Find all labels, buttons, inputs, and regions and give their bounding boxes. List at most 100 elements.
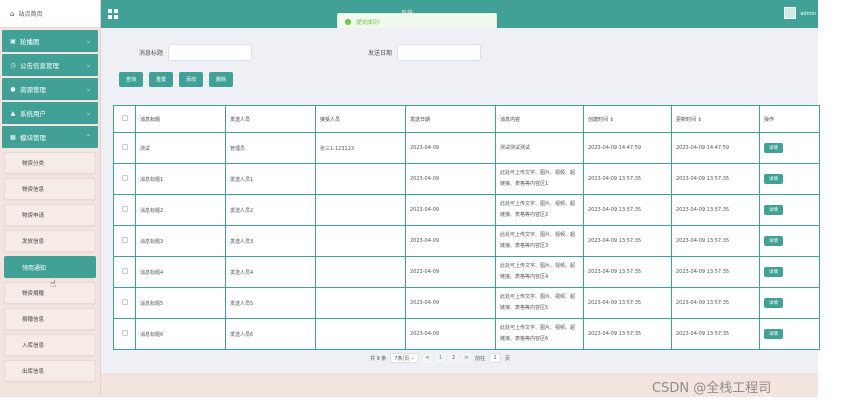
- cell-date: 2023-04-09: [405, 132, 496, 164]
- sidebar-menu-label: 系统用户: [20, 110, 46, 118]
- detail-button[interactable]: 详情: [764, 236, 783, 246]
- page-suffix: 页: [505, 355, 511, 362]
- detail-button[interactable]: 详情: [764, 298, 783, 308]
- clock-icon: ◷: [10, 61, 16, 69]
- sidebar-menu-carousel[interactable]: ▣ 轮播图 ⌄: [2, 30, 98, 52]
- row-checkbox[interactable]: [113, 194, 136, 226]
- cell-date: 2023-04-09: [405, 225, 496, 257]
- menu-grid-icon[interactable]: [108, 9, 118, 19]
- page-1-button[interactable]: 1: [436, 353, 446, 363]
- search-date-group: 发送日期: [368, 44, 482, 61]
- row-checkbox[interactable]: [113, 318, 136, 350]
- cell-created: 2023-04-09 14:47:59: [583, 132, 672, 164]
- sidebar-item-distribution[interactable]: 发放信息: [4, 230, 96, 252]
- sidebar-item-pickup-notice[interactable]: 领用通知: [4, 256, 96, 278]
- title-filter-input[interactable]: [168, 44, 253, 61]
- cell-sender: 管理员: [225, 132, 316, 164]
- cell-receiver: 张三1-123123: [315, 132, 406, 164]
- chevron-down-icon: ⌄: [85, 37, 91, 45]
- cell-content: 此处可上传文字、图片、视频、超链接、表格等内容区4: [495, 256, 584, 288]
- watermark: CSDN @全栈工程司: [652, 381, 772, 396]
- column-header-sortable[interactable]: 创建时间 ⇕: [583, 105, 672, 133]
- sidebar-item-material-request[interactable]: 物资申请: [4, 204, 96, 226]
- cell-content: 此处可上传文字、图片、视频、超链接、表格等内容区2: [495, 194, 584, 226]
- cell-actions: 详情: [759, 163, 820, 195]
- detail-button[interactable]: 详情: [764, 174, 783, 184]
- reset-button[interactable]: 重置: [149, 72, 174, 87]
- table-row: 消息标题1 发送人员1 2023-04-09 此处可上传文字、图片、视频、超链接、表格…: [113, 163, 820, 195]
- sidebar-menu-users[interactable]: ▲ 系统用户 ⌄: [2, 102, 98, 124]
- cell-receiver: [315, 163, 406, 195]
- sidebar-item-stock-in[interactable]: 入库信息: [4, 334, 96, 356]
- username[interactable]: admin: [800, 11, 816, 17]
- chevron-down-icon: ⌄: [85, 109, 91, 117]
- pagination: 共 9 条 7条/页 ⌄ < 1 2 > 前往 1 页: [370, 353, 510, 363]
- cell-receiver: [315, 256, 406, 288]
- sidebar-menu-resources[interactable]: ● 资源管理 ⌄: [2, 78, 98, 100]
- column-header: 接受人员: [315, 105, 406, 133]
- column-header: 消息标题: [135, 105, 226, 133]
- sidebar-item-material-info[interactable]: 物资信息: [4, 178, 96, 200]
- sidebar-menu-announcements[interactable]: ◷ 公告信息管理 ⌄: [2, 54, 98, 76]
- page-2-button[interactable]: 2: [449, 353, 459, 363]
- next-page-button[interactable]: >: [462, 353, 472, 363]
- cell-updated: 2023-04-09 13:57:35: [671, 194, 760, 226]
- map-pin-icon: ●: [10, 85, 16, 93]
- search-title-group: 消息标题: [139, 44, 253, 61]
- add-button[interactable]: 添加: [179, 72, 204, 87]
- cell-sender: 发送人员5: [225, 287, 316, 319]
- select-all-checkbox[interactable]: [113, 105, 136, 133]
- detail-button[interactable]: 详情: [764, 205, 783, 215]
- table-row: 消息标题3 发送人员3 2023-04-09 此处可上传文字、图片、视频、超链接、表格…: [113, 225, 820, 257]
- cell-sender: 发送人员3: [225, 225, 316, 257]
- cell-updated: 2023-04-09 13:57:35: [671, 163, 760, 195]
- goto-label: 前往: [475, 355, 486, 362]
- avatar[interactable]: [784, 7, 796, 19]
- hand-cursor-icon: ☝: [50, 279, 57, 290]
- title-filter-label: 消息标题: [139, 50, 164, 57]
- cell-actions: 详情: [759, 225, 820, 257]
- goto-page-input[interactable]: 1: [489, 353, 502, 363]
- toast-message: 提交成功!: [356, 20, 381, 26]
- cell-created: 2023-04-09 13:57:35: [583, 225, 672, 257]
- column-header: 发送日期: [405, 105, 496, 133]
- date-filter-input[interactable]: [397, 44, 482, 61]
- delete-button[interactable]: 删除: [209, 72, 234, 87]
- cell-content: 此处可上传文字、图片、视频、超链接、表格等内容区1: [495, 163, 584, 195]
- row-checkbox[interactable]: [113, 256, 136, 288]
- cell-created: 2023-04-09 13:57:35: [583, 287, 672, 319]
- sidebar-item-donation-info[interactable]: 捐赠信息: [4, 308, 96, 330]
- row-checkbox[interactable]: [113, 287, 136, 319]
- cell-actions: 详情: [759, 132, 820, 164]
- table-row: 消息标题4 发送人员4 2023-04-09 此处可上传文字、图片、视频、超链接、表格…: [113, 256, 820, 288]
- row-checkbox[interactable]: [113, 132, 136, 164]
- sidebar-menu-modules[interactable]: ▦ 模块管理 ⌃: [2, 126, 98, 148]
- prev-page-button[interactable]: <: [423, 353, 433, 363]
- detail-button[interactable]: 详情: [764, 267, 783, 277]
- column-header: 消息内容: [495, 105, 584, 133]
- detail-button[interactable]: 详情: [764, 143, 783, 153]
- sidebar-item-material-category[interactable]: 物资分类: [4, 152, 96, 174]
- sidebar-item-stock-out[interactable]: 出库信息: [4, 360, 96, 382]
- cell-receiver: [315, 287, 406, 319]
- row-checkbox[interactable]: [113, 163, 136, 195]
- detail-button[interactable]: 详情: [764, 329, 783, 339]
- cell-date: 2023-04-09: [405, 256, 496, 288]
- sidebar-home[interactable]: ⌂ 站点首页: [0, 0, 100, 28]
- chevron-down-icon: ⌄: [85, 85, 91, 93]
- cell-receiver: [315, 194, 406, 226]
- query-button[interactable]: 查询: [119, 72, 144, 87]
- column-header-sortable[interactable]: 更新时间 ⇕: [671, 105, 760, 133]
- cell-created: 2023-04-09 13:57:35: [583, 163, 672, 195]
- chevron-down-icon: ⌄: [85, 61, 91, 69]
- cell-title: 消息标题4: [135, 256, 226, 288]
- row-checkbox[interactable]: [113, 225, 136, 257]
- cell-actions: 详情: [759, 318, 820, 350]
- cell-date: 2023-04-09: [405, 194, 496, 226]
- table-header-row: 消息标题 发送人员 接受人员 发送日期 消息内容 创建时间 ⇕ 更新时间 ⇕ 操…: [113, 105, 820, 133]
- grid-icon: ▦: [10, 133, 16, 141]
- page-size-select[interactable]: 7条/页 ⌄: [390, 353, 420, 363]
- user-icon: ▲: [10, 109, 16, 117]
- action-buttons: 查询 重置 添加 删除: [119, 72, 234, 87]
- table-row: 消息标题5 发送人员5 2023-04-09 此处可上传文字、图片、视频、超链接、表格…: [113, 287, 820, 319]
